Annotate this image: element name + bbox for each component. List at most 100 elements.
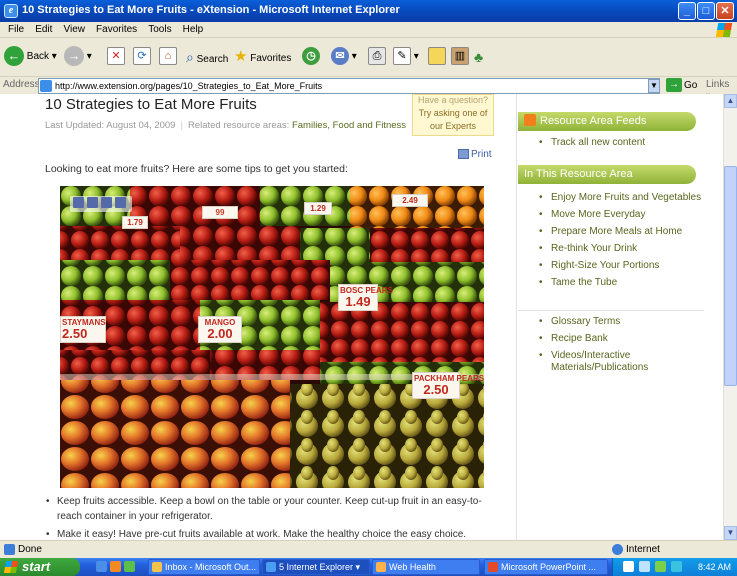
folder-icon [428, 47, 446, 66]
menu-file[interactable]: File [8, 22, 24, 38]
packham-price-sign: PACKHAM PEARS 2.50 [412, 372, 484, 399]
edit-page-icon: ✎ [393, 47, 411, 66]
tray-app-icon[interactable] [655, 561, 666, 572]
sidebar-item-fruits-vegetables[interactable]: Enjoy More Fruits and Vegetables [538, 192, 708, 204]
print-link[interactable]: Print [458, 149, 492, 160]
address-input[interactable]: http://www.extension.org/pages/10_Strate… [38, 78, 660, 94]
go-button[interactable]: → Go [666, 78, 697, 94]
outlook-icon [152, 562, 162, 572]
menu-tools[interactable]: Tools [148, 22, 171, 38]
refresh-button[interactable]: ⟳ [133, 46, 151, 68]
page-icon [40, 80, 52, 92]
menu-edit[interactable]: Edit [35, 22, 52, 38]
feeds-header: Resource Area Feeds [518, 112, 696, 131]
page-meta: Last Updated: August 04, 2009 | Related re… [45, 120, 407, 131]
scroll-thumb[interactable] [724, 166, 737, 386]
mail-icon: ✉ [331, 47, 349, 66]
folder-task-icon [376, 562, 386, 572]
printer-icon: ⎙ [368, 47, 386, 66]
tip-item: Keep fruits accessible. Keep a bowl on t… [45, 494, 495, 524]
go-arrow-icon: → [666, 78, 682, 93]
forward-button[interactable]: → ▾ [64, 46, 92, 68]
menu-help[interactable]: Help [183, 22, 204, 38]
maximize-button[interactable]: □ [697, 2, 715, 20]
rss-icon[interactable] [524, 114, 536, 127]
resource-area-header: In This Resource Area [518, 165, 696, 184]
tray-help-icon[interactable] [623, 561, 634, 572]
related-link[interactable]: Families, Food and Fitness [292, 120, 406, 131]
sidebar-item-track-content[interactable]: Track all new content [538, 137, 708, 149]
sidebar-item-recipe-bank[interactable]: Recipe Bank [538, 333, 708, 345]
stop-button[interactable]: ✕ [107, 46, 125, 68]
title-bar[interactable]: e 10 Strategies to Eat More Fruits - eXt… [0, 0, 737, 22]
home-icon: ⌂ [159, 47, 177, 66]
folder-image-icon[interactable] [115, 197, 126, 208]
sidebar-item-right-size[interactable]: Right-Size Your Portions [538, 260, 708, 272]
vertical-scrollbar[interactable]: ▲ ▼ [723, 94, 737, 540]
search-button[interactable]: ⌕ Search [186, 46, 228, 68]
ie-app-icon: e [4, 4, 18, 18]
quicklaunch-firefox-icon[interactable] [110, 561, 121, 572]
sidebar-item-move-more[interactable]: Move More Everyday [538, 209, 708, 221]
status-text: Done [4, 544, 42, 555]
menu-bar: File Edit View Favorites Tools Help [0, 22, 737, 38]
fruit-stand-photo: 1.79 99 1.29 2.49 STAYMANS 2.50 MANGO 2.00… [60, 186, 484, 488]
stop-icon: ✕ [107, 47, 125, 66]
favorites-button[interactable]: ★ Favorites [234, 46, 291, 68]
mango-price-sign: MANGO 2.00 [198, 316, 242, 343]
task-outlook[interactable]: Inbox - Microsoft Out... [148, 559, 260, 575]
history-icon: ◷ [302, 47, 320, 66]
taskbar: start Inbox - Microsoft Out... 5 Interne… [0, 558, 737, 576]
edit-button[interactable]: ✎ ▾ [393, 46, 419, 68]
windows-flag-icon [3, 561, 19, 573]
search-icon: ⌕ [186, 49, 194, 65]
sidebar-item-videos[interactable]: Videos/Interactive Materials/Publication… [538, 350, 708, 374]
scroll-up-icon[interactable]: ▲ [724, 94, 737, 108]
home-button[interactable]: ⌂ [159, 46, 177, 68]
tray-volume-icon[interactable] [671, 561, 682, 572]
quicklaunch-ie-icon[interactable] [96, 561, 107, 572]
image-toolbar[interactable] [70, 196, 132, 212]
messenger-button[interactable]: ♣ [474, 46, 483, 68]
minimize-button[interactable]: _ [678, 2, 696, 20]
ask-expert-box[interactable]: Have a question? Try asking one of our E… [412, 94, 494, 136]
history-button[interactable]: ◷ [302, 46, 320, 68]
back-arrow-icon: ← [4, 46, 24, 67]
save-image-icon[interactable] [73, 197, 84, 208]
print-image-icon[interactable] [87, 197, 98, 208]
clock: 8:42 AM [697, 562, 731, 572]
research-button[interactable]: ▥ [451, 46, 469, 68]
toolbar: ← Back ▾ → ▾ ✕ ⟳ ⌂ ⌕ Search ★ Favorites … [0, 38, 737, 76]
back-button[interactable]: ← Back ▾ [4, 46, 57, 68]
price-sign: 1.79 [122, 216, 148, 229]
tray-network-icon[interactable] [639, 561, 650, 572]
quicklaunch-app-icon[interactable] [124, 561, 135, 572]
sidebar-item-meals-at-home[interactable]: Prepare More Meals at Home [538, 226, 708, 238]
address-label: Address [3, 79, 40, 90]
task-web-health[interactable]: Web Health [372, 559, 480, 575]
browser-window: e 10 Strategies to Eat More Fruits - eXt… [0, 0, 737, 576]
globe-icon [612, 544, 623, 555]
scroll-down-icon[interactable]: ▼ [724, 526, 737, 540]
start-button[interactable]: start [0, 558, 80, 576]
menu-view[interactable]: View [63, 22, 85, 38]
task-internet-explorer[interactable]: 5 Internet Explorer ▾ [262, 559, 370, 575]
mail-button[interactable]: ✉ ▾ [331, 46, 357, 68]
print-toolbar-button[interactable]: ⎙ [368, 46, 386, 68]
books-icon: ▥ [451, 47, 469, 66]
sidebar-item-tame-tube[interactable]: Tame the Tube [538, 277, 708, 289]
page-title: 10 Strategies to Eat More Fruits [45, 96, 257, 113]
sidebar-item-rethink-drink[interactable]: Re-think Your Drink [538, 243, 708, 255]
sidebar-item-glossary[interactable]: Glossary Terms [538, 316, 708, 328]
address-bar: Address http://www.extension.org/pages/1… [0, 76, 737, 101]
extra-links-list: Glossary Terms Recipe Bank Videos/Intera… [538, 316, 708, 379]
forward-arrow-icon: → [64, 46, 84, 67]
discuss-button[interactable] [428, 46, 446, 68]
menu-favorites[interactable]: Favorites [96, 22, 137, 38]
mail-image-icon[interactable] [101, 197, 112, 208]
intro-text: Looking to eat more fruits? Here are som… [45, 163, 348, 175]
address-dropdown-icon[interactable]: ▼ [648, 79, 660, 93]
close-button[interactable]: ✕ [716, 2, 734, 20]
task-powerpoint[interactable]: Microsoft PowerPoint ... [484, 559, 608, 575]
page-viewport: 10 Strategies to Eat More Fruits Last Up… [0, 94, 723, 540]
